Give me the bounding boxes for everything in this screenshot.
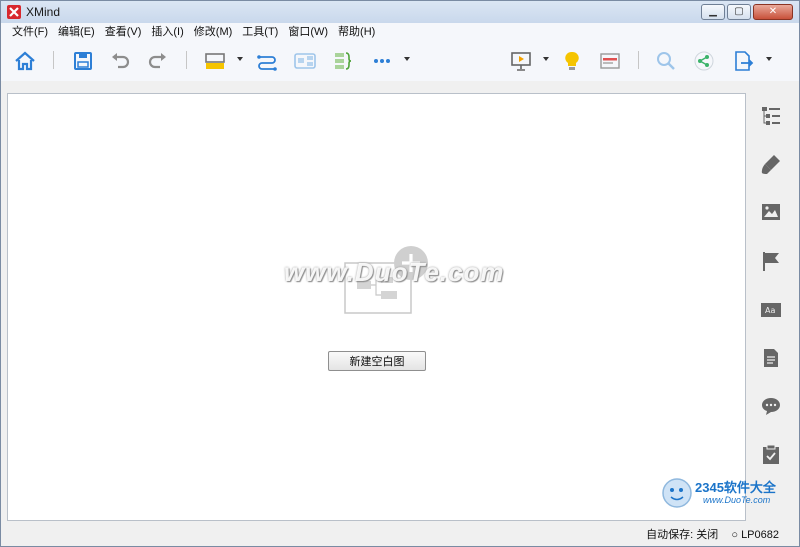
save-icon[interactable] bbox=[71, 49, 95, 73]
topic-style-icon[interactable] bbox=[203, 49, 227, 73]
watermark-text: www.DuoTe.com bbox=[284, 257, 505, 287]
close-icon: ✕ bbox=[768, 6, 778, 17]
menu-edit[interactable]: 编辑(E) bbox=[53, 23, 100, 41]
new-blank-map-button[interactable]: 新建空白图 bbox=[328, 351, 426, 371]
maximize-button[interactable]: ▢ bbox=[727, 4, 751, 20]
idea-icon[interactable] bbox=[560, 49, 584, 73]
undo-icon[interactable] bbox=[108, 49, 132, 73]
logo-site-text: www.DuoTe.com bbox=[703, 495, 771, 505]
presentation-icon[interactable] bbox=[509, 49, 533, 73]
title-bar[interactable]: XMind ▁ ▢ ✕ bbox=[1, 1, 799, 23]
menu-help[interactable]: 帮助(H) bbox=[333, 23, 380, 41]
right-sidebar: Aa bbox=[747, 93, 799, 521]
marker-flag-icon[interactable] bbox=[760, 250, 782, 272]
share-icon[interactable] bbox=[692, 49, 716, 73]
minimize-button[interactable]: ▁ bbox=[701, 4, 725, 20]
image-icon[interactable] bbox=[760, 201, 782, 223]
boundary-icon[interactable] bbox=[293, 49, 317, 73]
svg-text:Aa: Aa bbox=[765, 306, 775, 315]
logo-brand-text: 2345软件大全 bbox=[695, 480, 776, 495]
main-toolbar bbox=[1, 41, 799, 81]
layout-icon[interactable] bbox=[598, 49, 622, 73]
more-dropdown-icon[interactable] bbox=[404, 57, 410, 61]
export-icon[interactable] bbox=[731, 49, 755, 73]
comments-icon[interactable] bbox=[760, 395, 782, 417]
window-controls: ▁ ▢ ✕ bbox=[699, 4, 793, 20]
toolbar-separator bbox=[186, 51, 187, 69]
topic-style-dropdown-icon[interactable] bbox=[237, 57, 243, 61]
format-brush-icon[interactable] bbox=[760, 153, 782, 175]
menu-window[interactable]: 窗口(W) bbox=[283, 23, 333, 41]
close-button[interactable]: ✕ bbox=[753, 4, 793, 20]
notes-icon[interactable] bbox=[760, 347, 782, 369]
site-watermark-logo: 2345软件大全 www.DuoTe.com bbox=[659, 471, 799, 531]
search-icon[interactable] bbox=[654, 49, 678, 73]
xmind-logo-icon bbox=[7, 5, 21, 19]
app-window: XMind ▁ ▢ ✕ 文件(F) 编辑(E) 查看(V) 插入(I) 修改(M… bbox=[0, 0, 800, 547]
menu-bar: 文件(F) 编辑(E) 查看(V) 插入(I) 修改(M) 工具(T) 窗口(W… bbox=[1, 23, 799, 41]
presentation-dropdown-icon[interactable] bbox=[543, 57, 549, 61]
toolbar-separator bbox=[53, 51, 54, 69]
menu-modify[interactable]: 修改(M) bbox=[189, 23, 238, 41]
toolbar-separator bbox=[638, 51, 639, 69]
export-dropdown-icon[interactable] bbox=[766, 57, 772, 61]
home-icon[interactable] bbox=[13, 49, 37, 73]
outline-icon[interactable] bbox=[760, 105, 782, 127]
maximize-icon: ▢ bbox=[734, 6, 744, 17]
minimize-icon: ▁ bbox=[709, 6, 717, 17]
mascot-icon bbox=[662, 478, 692, 508]
redo-icon[interactable] bbox=[146, 49, 170, 73]
summary-icon[interactable] bbox=[331, 49, 355, 73]
window-title: XMind bbox=[26, 5, 61, 19]
task-icon[interactable] bbox=[760, 443, 782, 465]
more-icon[interactable] bbox=[370, 49, 394, 73]
menu-insert[interactable]: 插入(I) bbox=[146, 23, 188, 41]
menu-file[interactable]: 文件(F) bbox=[7, 23, 53, 41]
relationship-icon[interactable] bbox=[255, 49, 279, 73]
mind-map-canvas[interactable]: www.DuoTe.com 新建空白图 bbox=[7, 93, 746, 521]
menu-view[interactable]: 查看(V) bbox=[100, 23, 147, 41]
menu-tools[interactable]: 工具(T) bbox=[237, 23, 283, 41]
text-style-icon[interactable]: Aa bbox=[760, 299, 782, 321]
